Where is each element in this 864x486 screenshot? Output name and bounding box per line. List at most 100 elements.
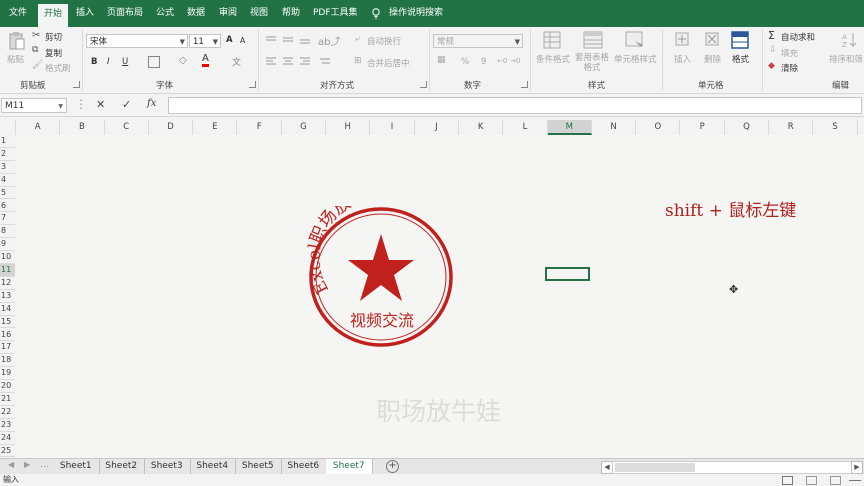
column-header-I[interactable]: I bbox=[370, 120, 415, 135]
row-header-16[interactable]: 16 bbox=[0, 329, 15, 342]
horizontal-scrollbar[interactable] bbox=[612, 461, 852, 474]
row-header-12[interactable]: 12 bbox=[0, 277, 15, 290]
scroll-right-icon[interactable]: ▶ bbox=[851, 461, 863, 474]
horizontal-align-icons[interactable] bbox=[266, 57, 336, 67]
sheet-tab-sheet1[interactable]: Sheet1 bbox=[53, 459, 100, 474]
column-header-M[interactable]: M bbox=[547, 120, 592, 135]
menu-page-layout[interactable]: 页面布局 bbox=[107, 0, 143, 27]
menu-pdf-tools[interactable]: PDF工具集 bbox=[313, 0, 358, 27]
alignment-launcher[interactable] bbox=[420, 81, 427, 88]
sheet-tab-sheet5[interactable]: Sheet5 bbox=[235, 459, 282, 474]
row-header-13[interactable]: 13 bbox=[0, 290, 15, 303]
format-cells-button[interactable]: 格式 bbox=[732, 53, 749, 65]
autosum-button[interactable]: 自动求和 bbox=[781, 31, 815, 43]
menu-file[interactable]: 文件 bbox=[9, 0, 27, 27]
row-header-21[interactable]: 21 bbox=[0, 393, 15, 406]
column-header-C[interactable]: C bbox=[105, 120, 149, 135]
row-header-15[interactable]: 15 bbox=[0, 316, 15, 329]
confirm-entry-icon[interactable]: ✓ bbox=[122, 98, 131, 111]
sheet-tab-sheet4[interactable]: Sheet4 bbox=[190, 459, 236, 474]
clear-button[interactable]: 清除 bbox=[781, 62, 798, 74]
currency-icon[interactable]: ▦ bbox=[437, 55, 446, 65]
stamp-image[interactable]: Excel职场放牛娃 视频交流 bbox=[307, 206, 457, 349]
conditional-format-button[interactable]: 条件格式 bbox=[536, 53, 570, 65]
comma-button[interactable]: 9 bbox=[481, 57, 486, 67]
number-launcher[interactable] bbox=[521, 81, 528, 88]
cancel-entry-icon[interactable]: ✕ bbox=[96, 98, 105, 111]
clipboard-launcher[interactable] bbox=[73, 81, 80, 88]
bold-button[interactable]: B bbox=[91, 57, 97, 67]
insert-cells-button[interactable]: 插入 bbox=[674, 53, 691, 65]
menu-data[interactable]: 数据 bbox=[187, 0, 205, 27]
page-layout-view-icon[interactable] bbox=[806, 476, 817, 485]
paste-icon[interactable] bbox=[8, 31, 26, 51]
row-header-3[interactable]: 3 bbox=[0, 161, 15, 174]
column-header-A[interactable]: A bbox=[16, 120, 61, 135]
sort-filter-button[interactable]: 排序和筛 bbox=[829, 53, 863, 65]
column-header-P[interactable]: P bbox=[681, 120, 725, 135]
menu-formulas[interactable]: 公式 bbox=[156, 0, 174, 27]
row-header-2[interactable]: 2 bbox=[0, 148, 15, 161]
row-header-19[interactable]: 19 bbox=[0, 367, 15, 381]
row-header-1[interactable]: 1 bbox=[0, 135, 15, 148]
row-header-6[interactable]: 6 bbox=[0, 200, 15, 213]
border-icon[interactable] bbox=[148, 56, 160, 68]
format-table-button[interactable]: 套用表格格式 bbox=[572, 53, 612, 73]
column-header-H[interactable]: H bbox=[326, 120, 371, 135]
column-header-S[interactable]: S bbox=[813, 120, 858, 135]
merge-center-button[interactable]: 合并后居中 bbox=[367, 57, 410, 69]
column-header-F[interactable]: F bbox=[238, 120, 282, 135]
row-header-14[interactable]: 14 bbox=[0, 303, 15, 316]
row-header-10[interactable]: 10 bbox=[0, 251, 15, 264]
row-header-11[interactable]: 11 bbox=[0, 264, 15, 277]
row-header-24[interactable]: 24 bbox=[0, 432, 15, 445]
column-header-D[interactable]: D bbox=[149, 120, 194, 135]
menu-home[interactable]: 开始 bbox=[38, 4, 69, 27]
insert-function-icon[interactable]: fx bbox=[147, 98, 156, 109]
next-sheet-icon[interactable]: ▶ bbox=[24, 460, 30, 469]
sheet-tab-sheet6[interactable]: Sheet6 bbox=[281, 459, 327, 474]
shrink-font-button[interactable]: A bbox=[240, 36, 245, 45]
underline-button[interactable]: U bbox=[122, 57, 128, 67]
row-header-17[interactable]: 17 bbox=[0, 341, 15, 355]
vertical-align-icons[interactable] bbox=[266, 35, 314, 45]
cut-button[interactable]: 剪切 bbox=[45, 31, 62, 43]
more-sheets-icon[interactable]: … bbox=[40, 460, 49, 470]
sheet-tab-sheet2[interactable]: Sheet2 bbox=[99, 459, 145, 474]
conditional-format-icon[interactable] bbox=[543, 31, 563, 49]
fill-button[interactable]: 填充 bbox=[781, 47, 798, 59]
row-header-9[interactable]: 9 bbox=[0, 238, 15, 252]
column-header-N[interactable]: N bbox=[592, 120, 637, 135]
orientation-icon[interactable]: ab⤴ bbox=[318, 33, 340, 48]
format-cells-icon[interactable] bbox=[730, 30, 750, 50]
new-sheet-icon[interactable]: + bbox=[386, 460, 399, 473]
row-header-5[interactable]: 5 bbox=[0, 187, 15, 200]
menu-insert[interactable]: 插入 bbox=[76, 0, 94, 27]
column-header-R[interactable]: R bbox=[769, 120, 814, 135]
insert-cells-icon[interactable] bbox=[674, 31, 690, 49]
row-header-8[interactable]: 8 bbox=[0, 225, 15, 239]
italic-button[interactable]: I bbox=[107, 57, 110, 67]
column-header-Q[interactable]: Q bbox=[725, 120, 770, 135]
zoom-slider[interactable] bbox=[849, 480, 861, 481]
sort-filter-icon[interactable]: AZ bbox=[841, 31, 861, 49]
wrap-text-button[interactable]: 自动换行 bbox=[367, 35, 401, 47]
delete-cells-icon[interactable] bbox=[704, 31, 720, 49]
fill-color-icon[interactable]: ◇ bbox=[179, 55, 187, 66]
number-format-combo[interactable]: 常规 ▼ bbox=[433, 34, 523, 48]
font-launcher[interactable] bbox=[249, 81, 256, 88]
column-header-G[interactable]: G bbox=[282, 120, 327, 135]
font-name-combo[interactable]: 宋体 ▼ bbox=[86, 34, 188, 48]
formula-input[interactable] bbox=[168, 97, 862, 114]
percent-button[interactable]: % bbox=[461, 57, 469, 67]
prev-sheet-icon[interactable]: ◀ bbox=[8, 460, 14, 469]
active-cell[interactable] bbox=[545, 267, 590, 281]
menu-review[interactable]: 审阅 bbox=[219, 0, 237, 27]
column-header-L[interactable]: L bbox=[503, 120, 548, 135]
name-box[interactable]: M11 ▼ bbox=[1, 98, 67, 113]
decimal-decrease-icon[interactable]: →0 bbox=[510, 57, 520, 65]
sheet-tab-sheet3[interactable]: Sheet3 bbox=[144, 459, 191, 474]
row-header-4[interactable]: 4 bbox=[0, 174, 15, 187]
phonetic-icon[interactable]: 文 bbox=[232, 55, 241, 68]
page-break-view-icon[interactable] bbox=[830, 476, 841, 485]
